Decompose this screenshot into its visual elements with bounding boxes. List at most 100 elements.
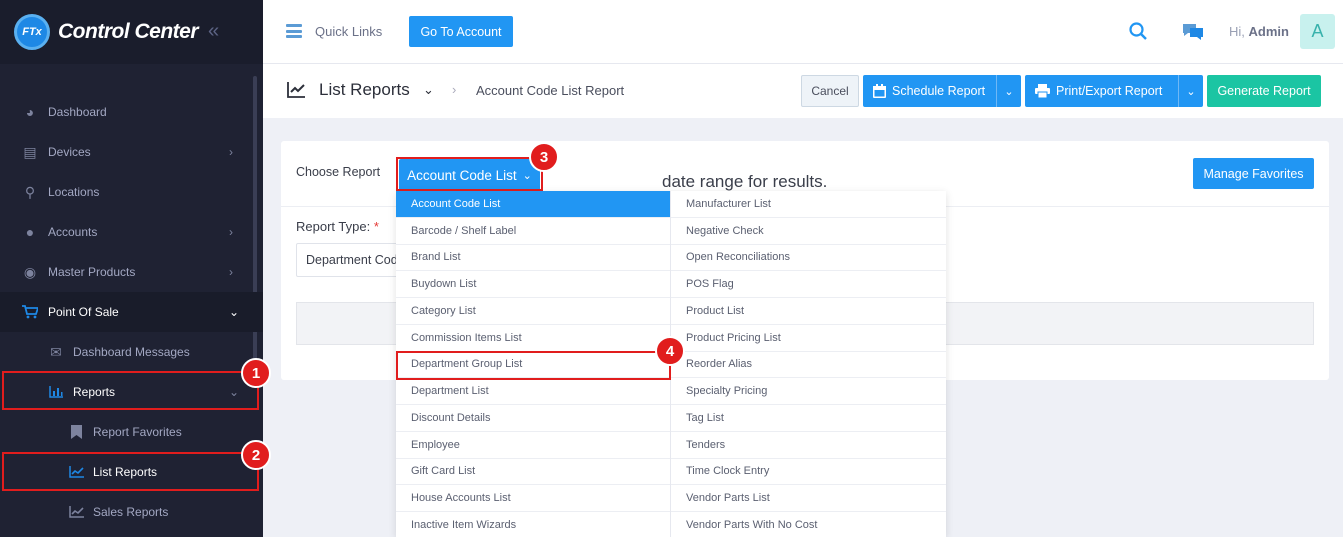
dropdown-item[interactable]: Brand List xyxy=(396,245,670,272)
message-icon: ✉ xyxy=(50,343,62,360)
cancel-button[interactable]: Cancel xyxy=(801,75,859,107)
dropdown-item[interactable]: House Accounts List xyxy=(396,485,670,512)
breadcrumb-separator-icon: › xyxy=(452,82,457,97)
schedule-report-button[interactable]: Schedule Report ⌄ xyxy=(863,75,1021,107)
print-export-label: Print/Export Report xyxy=(1056,84,1163,98)
callout-highlight-list-reports xyxy=(2,452,259,491)
info-text: date range for results. xyxy=(662,172,828,191)
sub-header: List Reports ⌄ › Account Code List Repor… xyxy=(263,64,1343,118)
report-type-label: Report Type: * xyxy=(296,219,379,234)
sidebar-item-label: Accounts xyxy=(48,225,98,239)
sidebar-item-report-favorites[interactable]: Report Favorites xyxy=(0,412,263,452)
report-type-label-text: Report Type: xyxy=(296,219,371,234)
sidebar-item-label: Point Of Sale xyxy=(48,305,119,319)
dropdown-column-right: Manufacturer List Negative Check Open Re… xyxy=(671,191,946,537)
sidebar-item-label: Master Products xyxy=(48,265,136,279)
breadcrumb: Account Code List Report xyxy=(476,83,625,98)
sidebar-item-accounts[interactable]: ● Accounts › xyxy=(0,212,263,252)
line-chart-icon xyxy=(287,82,305,98)
manage-favorites-button[interactable]: Manage Favorites xyxy=(1193,158,1314,189)
callout-number: 4 xyxy=(655,336,685,366)
search-icon[interactable] xyxy=(1129,22,1147,40)
users-icon: ● xyxy=(25,224,35,240)
dropdown-item[interactable]: Product Pricing List xyxy=(671,325,946,352)
dropdown-item[interactable]: Tag List xyxy=(671,405,946,432)
callout-number: 3 xyxy=(529,142,559,172)
chat-icon[interactable] xyxy=(1181,20,1205,42)
dropdown-item[interactable]: Manufacturer List xyxy=(671,191,946,218)
sidebar-item-dashboard-messages[interactable]: ✉ Dashboard Messages xyxy=(0,332,263,372)
user-greeting: Hi, Admin xyxy=(1229,24,1289,39)
sidebar-item-dashboard[interactable]: ◕ Dashboard xyxy=(0,92,263,132)
printer-icon xyxy=(1035,84,1050,98)
chevron-right-icon: › xyxy=(229,265,233,279)
greeting-text: Hi, xyxy=(1229,24,1245,39)
avatar[interactable]: A xyxy=(1300,14,1335,49)
chevron-down-icon[interactable]: ⌄ xyxy=(996,75,1021,107)
product-badge-icon: ◉ xyxy=(23,263,37,280)
devices-icon: ▤ xyxy=(23,143,37,160)
choose-report-label: Choose Report xyxy=(296,165,381,179)
dropdown-item[interactable]: Product List xyxy=(671,298,946,325)
sidebar-item-label: Dashboard Messages xyxy=(73,345,190,359)
dropdown-item[interactable]: POS Flag xyxy=(671,271,946,298)
chevron-down-icon[interactable]: ⌄ xyxy=(1178,75,1203,107)
sidebar-item-master-products[interactable]: ◉ Master Products › xyxy=(0,252,263,292)
callout-highlight-reports xyxy=(2,371,259,410)
dropdown-item[interactable]: Employee xyxy=(396,432,670,459)
sidebar-item-sales-reports[interactable]: Sales Reports xyxy=(0,492,263,532)
callout-number: 2 xyxy=(241,440,271,470)
dropdown-item[interactable]: Commission Items List xyxy=(396,325,670,352)
sidebar-item-label: Report Favorites xyxy=(93,425,182,439)
dropdown-item[interactable]: Buydown List xyxy=(396,271,670,298)
dropdown-item[interactable]: Time Clock Entry xyxy=(671,459,946,486)
callout-number: 1 xyxy=(241,358,271,388)
dropdown-item[interactable]: Account Code List xyxy=(396,191,670,218)
chevron-right-icon: › xyxy=(229,225,233,239)
chevron-down-icon[interactable]: ⌄ xyxy=(423,82,434,98)
sidebar-item-devices[interactable]: ▤ Devices › xyxy=(0,132,263,172)
dropdown-item[interactable]: Negative Check xyxy=(671,218,946,245)
sidebar-item-label: Devices xyxy=(48,145,91,159)
dropdown-item[interactable]: Specialty Pricing xyxy=(671,378,946,405)
sidebar-item-label: Sales Reports xyxy=(93,505,169,519)
brand-logo: FTx xyxy=(14,14,50,50)
sidebar-item-point-of-sale[interactable]: Point Of Sale ⌄ xyxy=(0,292,263,332)
go-to-account-button[interactable]: Go To Account xyxy=(409,16,513,47)
dropdown-item[interactable]: Barcode / Shelf Label xyxy=(396,218,670,245)
calendar-icon xyxy=(873,84,886,98)
print-export-button[interactable]: Print/Export Report ⌄ xyxy=(1025,75,1203,107)
sidebar-item-locations[interactable]: ⚲ Locations xyxy=(0,172,263,212)
cart-icon xyxy=(22,304,38,320)
page-title[interactable]: List Reports xyxy=(319,80,410,100)
sidebar-item-label: Dashboard xyxy=(48,105,107,119)
collapse-sidebar-icon[interactable]: « xyxy=(208,20,219,43)
line-chart-icon xyxy=(68,504,84,520)
dropdown-item[interactable]: Category List xyxy=(396,298,670,325)
chevron-down-icon: ⌄ xyxy=(229,305,240,319)
dropdown-item[interactable]: Discount Details xyxy=(396,405,670,432)
dropdown-item[interactable]: Vendor Parts List xyxy=(671,485,946,512)
location-pin-icon: ⚲ xyxy=(24,183,36,200)
dropdown-item[interactable]: Open Reconciliations xyxy=(671,245,946,272)
brand-name: Control Center xyxy=(58,20,199,43)
brand-header: FTx Control Center « xyxy=(0,0,263,64)
user-name: Admin xyxy=(1248,24,1289,39)
callout-highlight-choose-report xyxy=(396,157,543,191)
dropdown-item[interactable]: Inactive Item Wizards xyxy=(396,512,670,537)
menu-icon[interactable] xyxy=(286,24,302,38)
dropdown-item[interactable]: Tenders xyxy=(671,432,946,459)
quick-links[interactable]: Quick Links xyxy=(315,24,382,39)
gauge-icon: ◕ xyxy=(25,104,35,120)
sidebar-item-label: Locations xyxy=(48,185,100,199)
top-bar: Quick Links Go To Account Hi, Admin A xyxy=(263,0,1343,64)
dropdown-item[interactable]: Gift Card List xyxy=(396,459,670,486)
callout-highlight-department-group-list xyxy=(396,351,671,380)
generate-report-button[interactable]: Generate Report xyxy=(1207,75,1321,107)
chevron-right-icon: › xyxy=(229,145,233,159)
required-marker: * xyxy=(373,219,379,234)
dropdown-item[interactable]: Reorder Alias xyxy=(671,352,946,379)
dropdown-item[interactable]: Department List xyxy=(396,378,670,405)
schedule-report-label: Schedule Report xyxy=(892,84,986,98)
dropdown-item[interactable]: Vendor Parts With No Cost xyxy=(671,512,946,537)
